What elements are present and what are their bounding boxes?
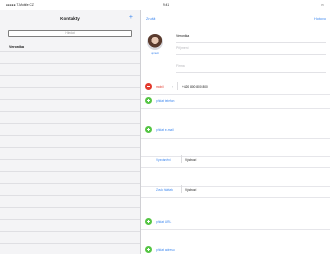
empty-row [0, 100, 140, 112]
empty-row [0, 184, 140, 196]
empty-row [0, 172, 140, 184]
row-divider [141, 156, 330, 157]
empty-row [0, 64, 140, 76]
add-phone-button[interactable]: přidat telefon [156, 99, 174, 103]
edit-contact-pane: Zrušit Hotovo upravit Veronika Příjmení … [141, 10, 330, 254]
status-bar: ●●●●● T-Mobile CZ 9:41 ▭ [0, 0, 330, 10]
ringtone-label[interactable]: Vyzvánění [156, 158, 171, 162]
empty-row [0, 220, 140, 232]
first-name-field[interactable]: Veronika [176, 34, 189, 38]
row-divider [141, 94, 330, 95]
row-divider [141, 186, 330, 187]
add-address-icon[interactable] [145, 246, 152, 253]
row-divider [141, 138, 330, 139]
search-placeholder: Hledat [65, 31, 75, 35]
battery-icon: ▭ [320, 3, 324, 7]
clock: 9:41 [163, 3, 170, 7]
add-address-button[interactable]: přidat adresu [156, 248, 175, 252]
add-email-button[interactable]: přidat e-mail [156, 128, 174, 132]
edit-photo-link[interactable]: upravit [147, 52, 163, 55]
empty-row [0, 148, 140, 160]
field-divider [176, 72, 326, 73]
separator [177, 82, 178, 90]
add-phone-icon[interactable] [145, 97, 152, 104]
empty-row [0, 160, 140, 172]
contact-list: Veronika [0, 40, 140, 244]
row-divider [141, 197, 330, 198]
separator [181, 185, 182, 193]
add-email-icon[interactable] [145, 126, 152, 133]
empty-row [0, 136, 140, 148]
text-tone-label[interactable]: Zvuk hlášek [156, 188, 173, 192]
row-divider [141, 229, 330, 230]
empty-row [0, 52, 140, 64]
add-url-button[interactable]: přidat URL [156, 220, 171, 224]
last-name-field[interactable]: Příjmení [176, 46, 189, 50]
phone-label[interactable]: mobil [156, 85, 164, 89]
empty-row [0, 76, 140, 88]
chevron-right-icon[interactable]: › [172, 85, 173, 89]
empty-row [0, 124, 140, 136]
company-field[interactable]: Firma [176, 64, 185, 68]
field-divider [176, 42, 326, 43]
field-divider [176, 54, 326, 55]
text-tone-value[interactable]: Výchozí [185, 188, 196, 192]
contact-photo[interactable] [147, 34, 163, 50]
contact-name: Veronika [9, 45, 24, 49]
empty-row [0, 208, 140, 220]
row-divider [141, 167, 330, 168]
empty-row [0, 112, 140, 124]
contact-row[interactable]: Veronika [0, 40, 140, 52]
done-button[interactable]: Hotovo [314, 17, 326, 21]
contacts-title: Kontakty [60, 16, 80, 21]
add-url-icon[interactable] [145, 218, 152, 225]
contacts-header: Kontakty + [0, 10, 140, 28]
separator [181, 155, 182, 163]
row-divider [141, 108, 330, 109]
contacts-sidebar: Kontakty + Hledat Veronika [0, 10, 140, 254]
remove-phone-icon[interactable] [145, 83, 152, 90]
carrier-text: ●●●●● T-Mobile CZ [6, 3, 34, 7]
add-contact-button[interactable]: + [129, 14, 133, 21]
ringtone-value[interactable]: Výchozí [185, 158, 196, 162]
phone-number[interactable]: +420 800 800 800 [182, 85, 208, 89]
cancel-button[interactable]: Zrušit [146, 17, 156, 21]
search-input[interactable]: Hledat [8, 30, 132, 37]
empty-row [0, 88, 140, 100]
empty-row [0, 196, 140, 208]
empty-row [0, 232, 140, 244]
